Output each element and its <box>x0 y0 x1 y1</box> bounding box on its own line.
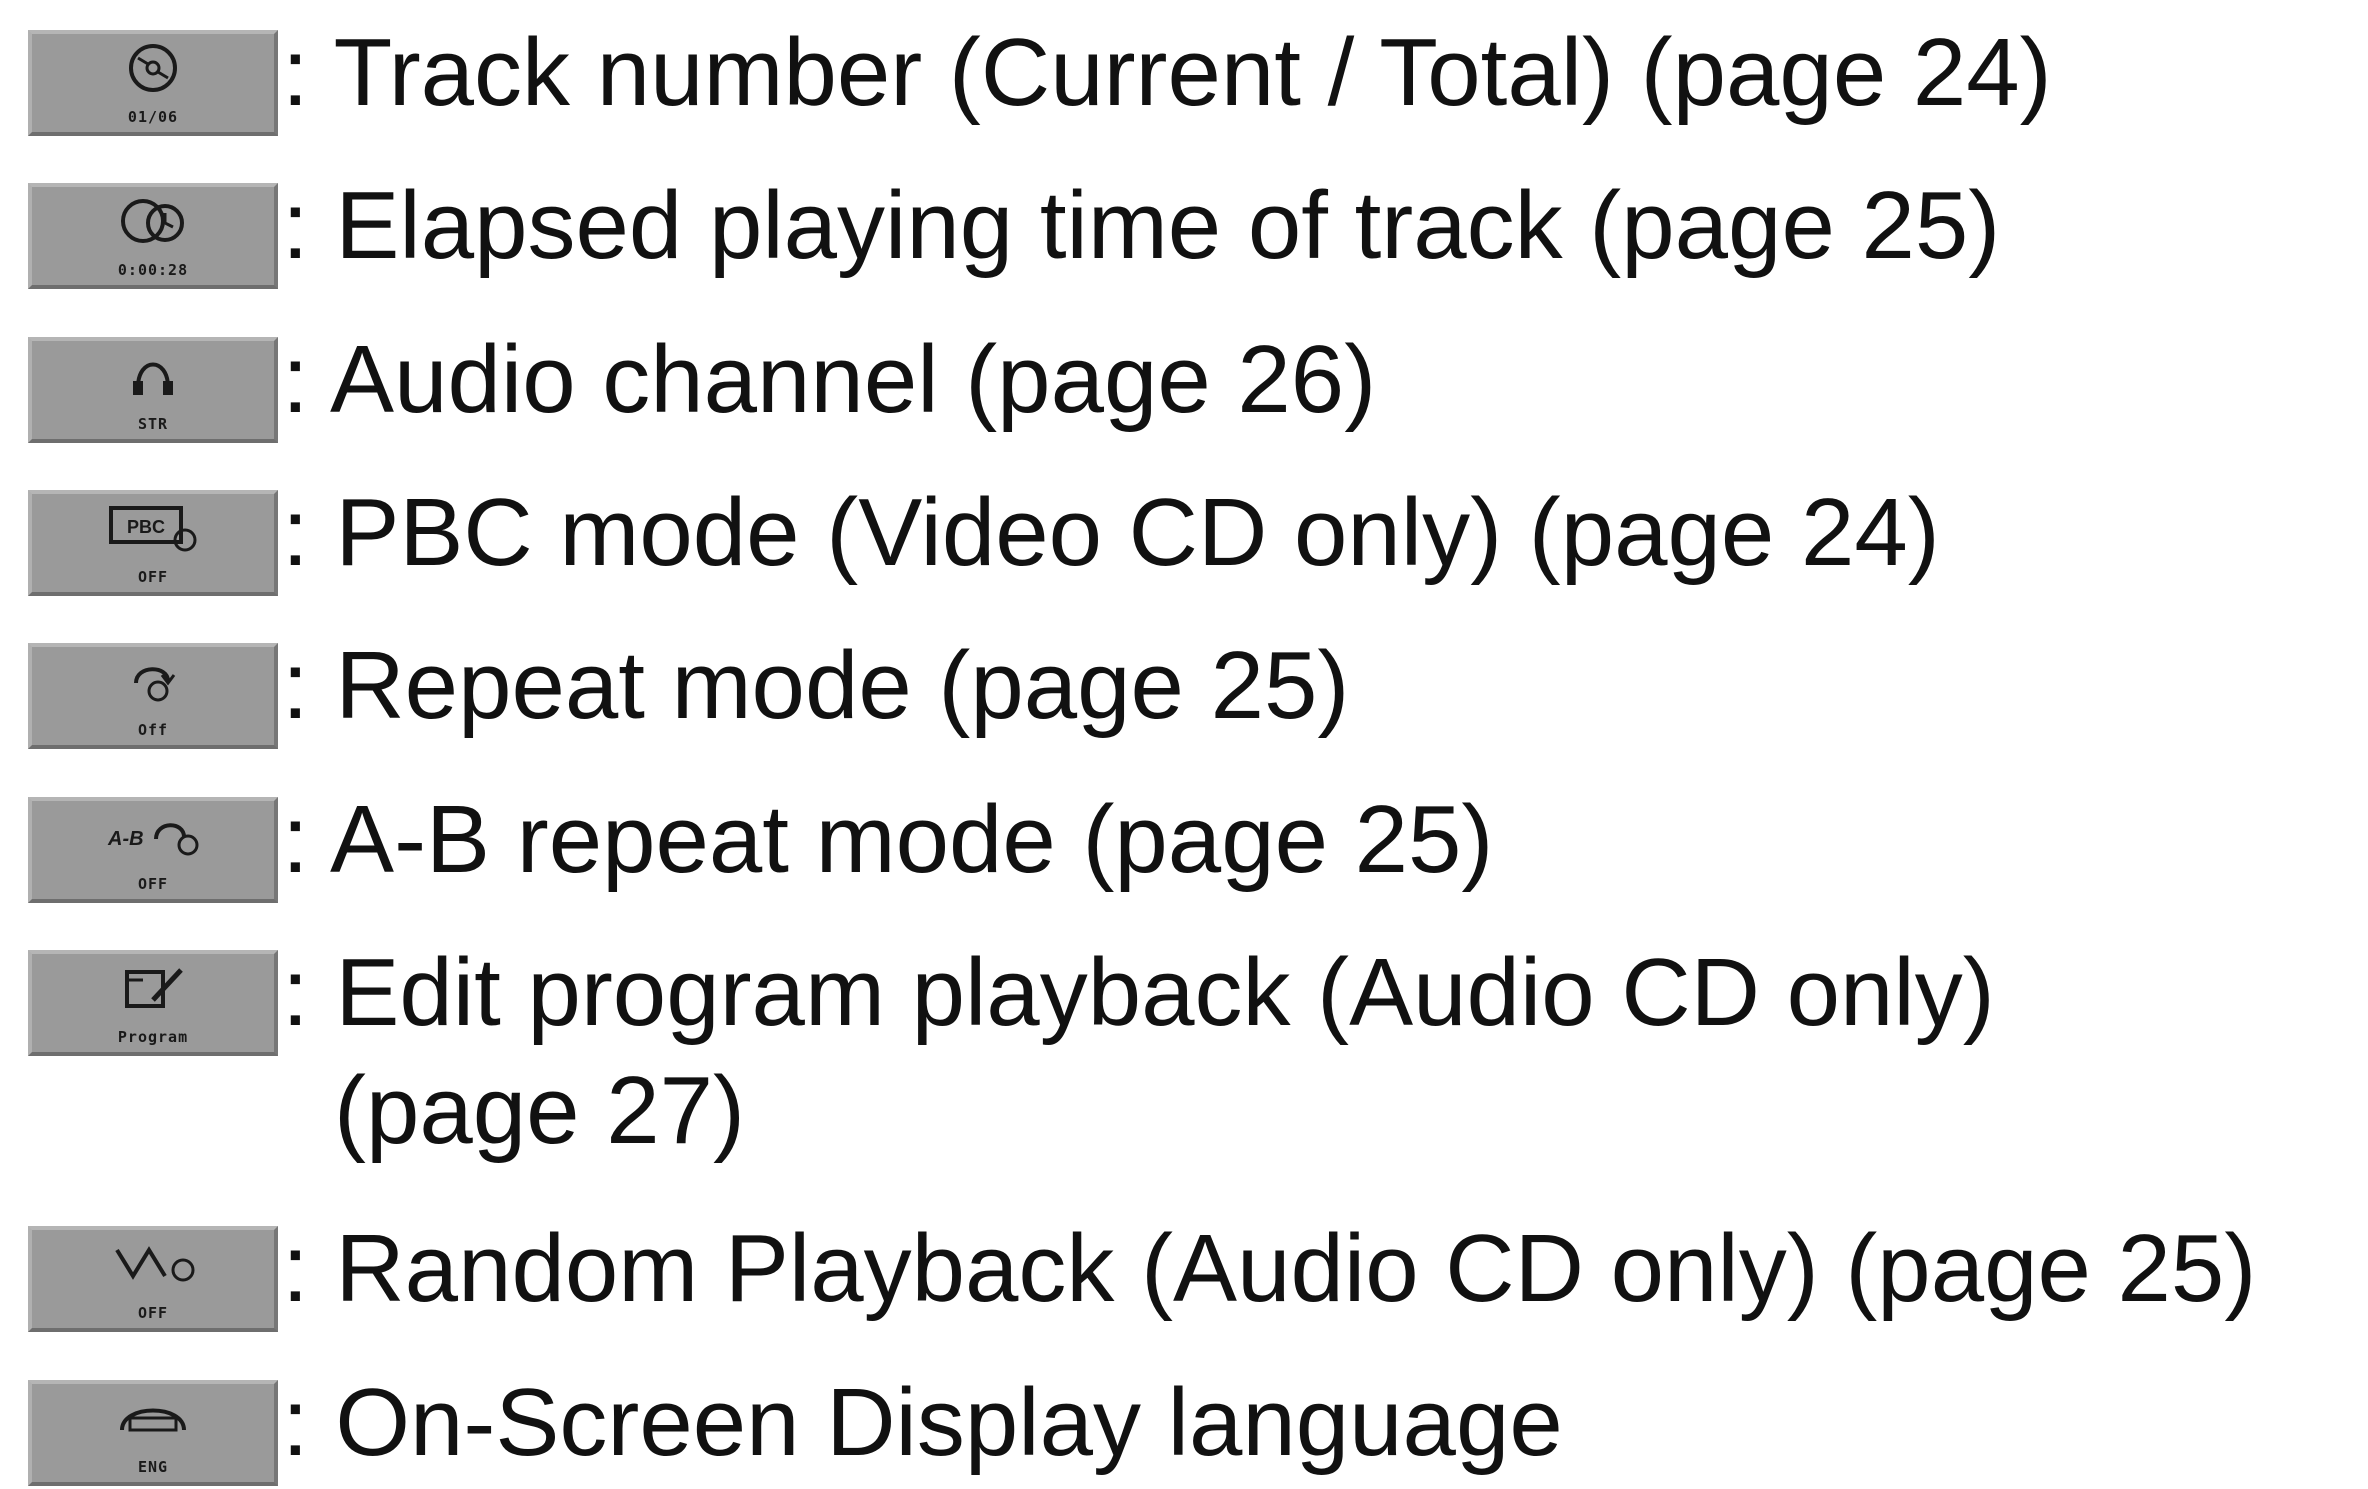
audio-channel-icon: STR <box>28 337 278 443</box>
ab-repeat-icon: A-B OFF <box>28 797 278 903</box>
legend-label: : Edit program playback (Audio CD only) … <box>282 934 1995 1170</box>
repeat-mode-icon: Off <box>28 643 278 749</box>
legend-label: : Elapsed playing time of track (page 25… <box>282 172 2001 279</box>
icon-caption: ENG <box>137 1458 169 1476</box>
icon-caption: OFF <box>137 1304 169 1322</box>
track-disc-icon: 01/06 <box>28 30 278 136</box>
legend-label-line1: : Edit program playback (Audio CD only) <box>282 939 1995 1046</box>
program-edit-icon: Program <box>28 950 278 1056</box>
elapsed-time-disc-icon: 0:00:28 <box>28 183 278 289</box>
legend-label: : Track number (Current / Total) (page 2… <box>282 19 2052 126</box>
legend-label: : On-Screen Display language <box>282 1369 1563 1476</box>
osd-language-icon: ENG <box>28 1380 278 1486</box>
legend-label: : Random Playback (Audio CD only) (page … <box>282 1215 2257 1322</box>
legend-label: : Repeat mode (page 25) <box>282 632 1350 739</box>
random-playback-icon: OFF <box>28 1226 278 1332</box>
icon-caption: STR <box>137 415 169 433</box>
icon-caption: Program <box>117 1028 189 1046</box>
icon-caption: 0:00:28 <box>117 261 189 279</box>
icon-caption: 01/06 <box>127 108 179 126</box>
icon-caption: OFF <box>137 568 169 586</box>
legend-label: : PBC mode (Video CD only) (page 24) <box>282 479 1940 586</box>
pbc-mode-icon: PBC OFF <box>28 490 278 596</box>
icon-caption: Off <box>137 721 169 739</box>
icon-caption: OFF <box>137 875 169 893</box>
icon-inner-label: PBC <box>127 517 165 537</box>
svg-text:A-B: A-B <box>107 828 144 850</box>
legend-label-line2: (page 27) <box>334 1057 745 1164</box>
legend-label: : Audio channel (page 26) <box>282 326 1377 433</box>
legend-label: : A-B repeat mode (page 25) <box>282 786 1494 893</box>
